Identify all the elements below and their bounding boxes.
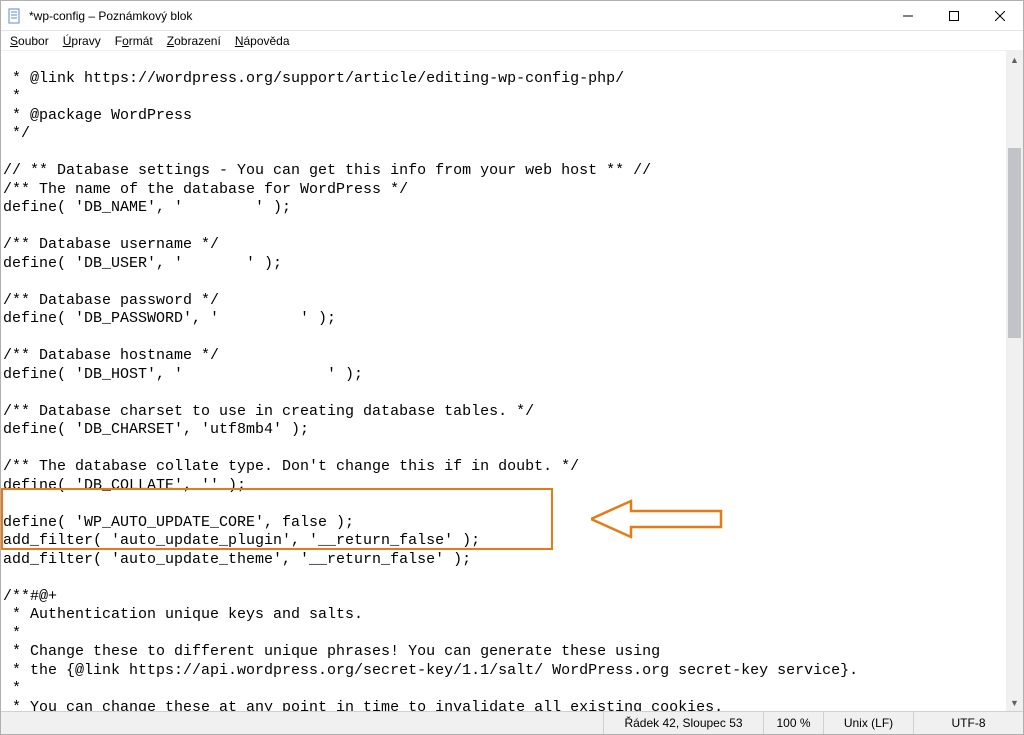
code-line: /** The database collate type. Don't cha… [3,458,579,475]
code-line: /** Database hostname */ [3,347,219,364]
menubar: Soubor Úpravy Formát Zobrazení Nápověda [1,31,1023,51]
code-content[interactable]: * @link https://wordpress.org/support/ar… [1,51,1023,711]
code-line: define( 'DB_CHARSET', 'utf8mb4' ); [3,421,309,438]
vertical-scrollbar[interactable]: ▲ ▼ [1006,51,1023,711]
code-line: define( 'DB_USER', ' ' ); [3,255,282,272]
code-line: * the {@link https://api.wordpress.org/s… [3,662,858,679]
scroll-up-button[interactable]: ▲ [1006,51,1023,68]
scroll-down-button[interactable]: ▼ [1006,694,1023,711]
code-line: * [3,680,21,697]
code-line: define( 'WP_AUTO_UPDATE_CORE', false ); [3,514,354,531]
window-controls [885,1,1023,30]
code-line: /** Database username */ [3,236,219,253]
text-editor[interactable]: * @link https://wordpress.org/support/ar… [1,51,1023,711]
code-line: define( 'DB_PASSWORD', ' ' ); [3,310,336,327]
status-line-ending: Unix (LF) [823,712,913,734]
menu-format[interactable]: Formát [108,33,160,49]
scroll-thumb[interactable] [1008,148,1021,338]
maximize-button[interactable] [931,1,977,30]
code-line: * Change these to different unique phras… [3,643,660,660]
code-line: add_filter( 'auto_update_plugin', '__ret… [3,532,480,549]
code-line: * You can change these at any point in t… [3,699,723,712]
code-line: define( 'DB_COLLATE', '' ); [3,477,246,494]
code-line: define( 'DB_HOST', ' ' ); [3,366,363,383]
code-line: // ** Database settings - You can get th… [3,162,651,179]
status-zoom: 100 % [763,712,823,734]
status-spacer [1,712,603,734]
window-titlebar: *wp-config – Poznámkový blok [1,1,1023,31]
menu-zobrazeni[interactable]: Zobrazení [160,33,228,49]
code-line: * [3,88,21,105]
code-line: /** The name of the database for WordPre… [3,181,408,198]
window-title: *wp-config – Poznámkový blok [29,9,885,23]
close-button[interactable] [977,1,1023,30]
menu-soubor[interactable]: Soubor [3,33,56,49]
code-line: /**#@+ [3,588,57,605]
menu-upravy[interactable]: Úpravy [56,33,108,49]
menu-napoveda[interactable]: Nápověda [228,33,297,49]
statusbar: Řádek 42, Sloupec 53 100 % Unix (LF) UTF… [1,711,1023,734]
notepad-icon [7,8,23,24]
code-line: * [3,625,21,642]
code-line: * @link https://wordpress.org/support/ar… [3,70,624,87]
code-line: add_filter( 'auto_update_theme', '__retu… [3,551,471,568]
code-line: /** Database charset to use in creating … [3,403,534,420]
status-encoding: UTF-8 [913,712,1023,734]
scroll-track[interactable] [1006,68,1023,694]
status-cursor-position: Řádek 42, Sloupec 53 [603,712,763,734]
code-line: * Authentication unique keys and salts. [3,606,363,623]
code-line: * @package WordPress [3,107,192,124]
code-line: /** Database password */ [3,292,219,309]
code-line: */ [3,125,30,142]
minimize-button[interactable] [885,1,931,30]
code-line: define( 'DB_NAME', ' ' ); [3,199,291,216]
